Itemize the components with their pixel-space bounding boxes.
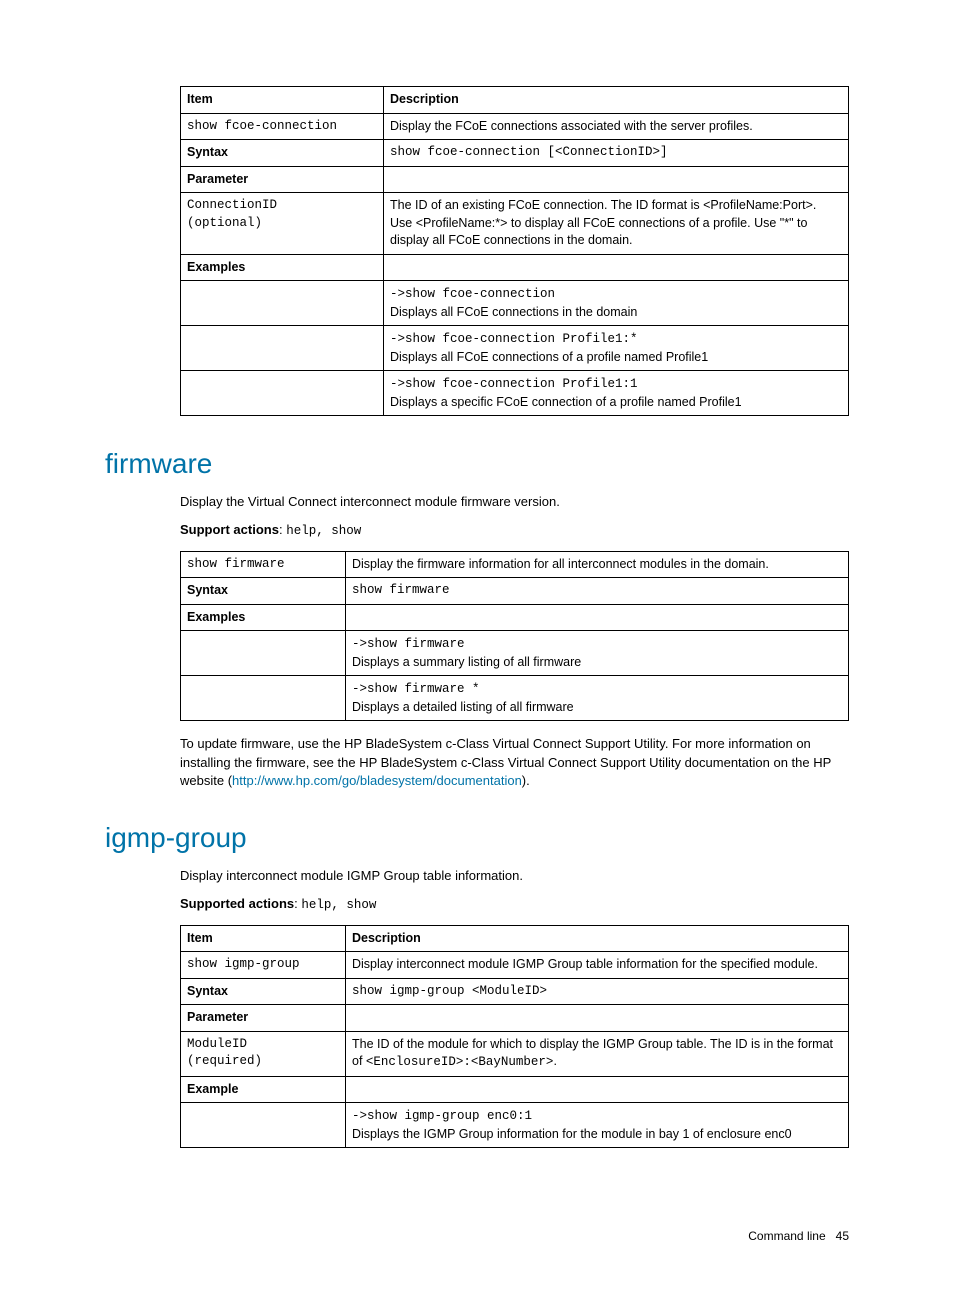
syntax-cell: show fcoe-connection [<ConnectionID>] (384, 140, 849, 167)
example-command: ->show fcoe-connection Profile1:* (390, 332, 638, 346)
row-label: Parameter (181, 166, 384, 193)
firmware-note: To update firmware, use the HP BladeSyst… (180, 735, 849, 790)
empty-cell (181, 281, 384, 326)
row-label: Examples (181, 254, 384, 281)
igmp-group-table: Item Description show igmp-group Display… (180, 925, 849, 1149)
empty-cell (181, 631, 346, 676)
command-cell: show igmp-group (181, 952, 346, 979)
page-footer: Command line 45 (105, 1228, 849, 1245)
param-required: (required) (187, 1054, 262, 1068)
firmware-table: show firmware Display the firmware infor… (180, 551, 849, 722)
example-command: ->show fcoe-connection Profile1:1 (390, 377, 638, 391)
support-actions-values: help, show (286, 524, 361, 538)
section-heading-igmp-group: igmp-group (105, 818, 849, 857)
empty-cell (181, 371, 384, 416)
fcoe-connection-table: Item Description show fcoe-connection Di… (180, 86, 849, 416)
igmp-intro: Display interconnect module IGMP Group t… (180, 867, 849, 885)
example-cell: ->show fcoe-connection Profile1:1 Displa… (384, 371, 849, 416)
row-label: Examples (181, 604, 346, 631)
param-name: ConnectionID (187, 198, 277, 212)
description-cell: The ID of the module for which to displa… (346, 1031, 849, 1076)
documentation-link[interactable]: http://www.hp.com/go/bladesystem/documen… (232, 773, 522, 788)
supported-actions-label: Supported actions (180, 896, 294, 911)
command-cell: show firmware (181, 551, 346, 578)
support-actions-label: Support actions (180, 522, 279, 537)
section-heading-firmware: firmware (105, 444, 849, 483)
example-command: ->show igmp-group enc0:1 (352, 1109, 532, 1123)
description-cell: Display the firmware information for all… (346, 551, 849, 578)
parameter-cell: ModuleID (required) (181, 1031, 346, 1076)
example-cell: ->show igmp-group enc0:1 Displays the IG… (346, 1103, 849, 1148)
example-cell: ->show firmware * Displays a detailed li… (346, 676, 849, 721)
table-header: Item (181, 87, 384, 114)
firmware-intro: Display the Virtual Connect interconnect… (180, 493, 849, 511)
syntax-cell: show firmware (346, 578, 849, 605)
empty-cell (384, 254, 849, 281)
empty-cell (181, 1103, 346, 1148)
table-header: Item (181, 925, 346, 952)
format-text: <EnclosureID>:<BayNumber> (366, 1055, 554, 1069)
supported-actions-values: help, show (301, 898, 376, 912)
description-cell: Display the FCoE connections associated … (384, 113, 849, 140)
example-desc: Displays a specific FCoE connection of a… (390, 395, 742, 409)
command-cell: show fcoe-connection (181, 113, 384, 140)
example-desc: Displays the IGMP Group information for … (352, 1127, 792, 1141)
example-cell: ->show fcoe-connection Displays all FCoE… (384, 281, 849, 326)
example-command: ->show firmware (352, 637, 465, 651)
parameter-cell: ConnectionID (optional) (181, 193, 384, 255)
example-desc: Displays a summary listing of all firmwa… (352, 655, 581, 669)
param-optional: (optional) (187, 216, 262, 230)
row-label: Syntax (181, 140, 384, 167)
syntax-cell: show igmp-group <ModuleID> (346, 978, 849, 1005)
example-desc: Displays a detailed listing of all firmw… (352, 700, 574, 714)
empty-cell (181, 676, 346, 721)
example-command: ->show fcoe-connection (390, 287, 555, 301)
example-cell: ->show firmware Displays a summary listi… (346, 631, 849, 676)
description-cell: Display interconnect module IGMP Group t… (346, 952, 849, 979)
footer-label: Command line (748, 1229, 825, 1243)
empty-cell (346, 1005, 849, 1032)
note-text-post: ). (522, 773, 530, 788)
example-command: ->show firmware * (352, 682, 480, 696)
row-label: Syntax (181, 578, 346, 605)
row-label: Parameter (181, 1005, 346, 1032)
page-number: 45 (836, 1229, 849, 1243)
table-header: Description (346, 925, 849, 952)
example-cell: ->show fcoe-connection Profile1:* Displa… (384, 326, 849, 371)
empty-cell (346, 1076, 849, 1103)
table-header: Description (384, 87, 849, 114)
example-desc: Displays all FCoE connections in the dom… (390, 305, 637, 319)
empty-cell (384, 166, 849, 193)
example-desc: Displays all FCoE connections of a profi… (390, 350, 708, 364)
description-cell: The ID of an existing FCoE connection. T… (384, 193, 849, 255)
empty-cell (346, 604, 849, 631)
row-label: Syntax (181, 978, 346, 1005)
support-actions-line: Support actions: help, show (180, 521, 849, 541)
supported-actions-line: Supported actions: help, show (180, 895, 849, 915)
empty-cell (181, 326, 384, 371)
desc-text-post: . (553, 1054, 556, 1068)
row-label: Example (181, 1076, 346, 1103)
param-name: ModuleID (187, 1037, 247, 1051)
